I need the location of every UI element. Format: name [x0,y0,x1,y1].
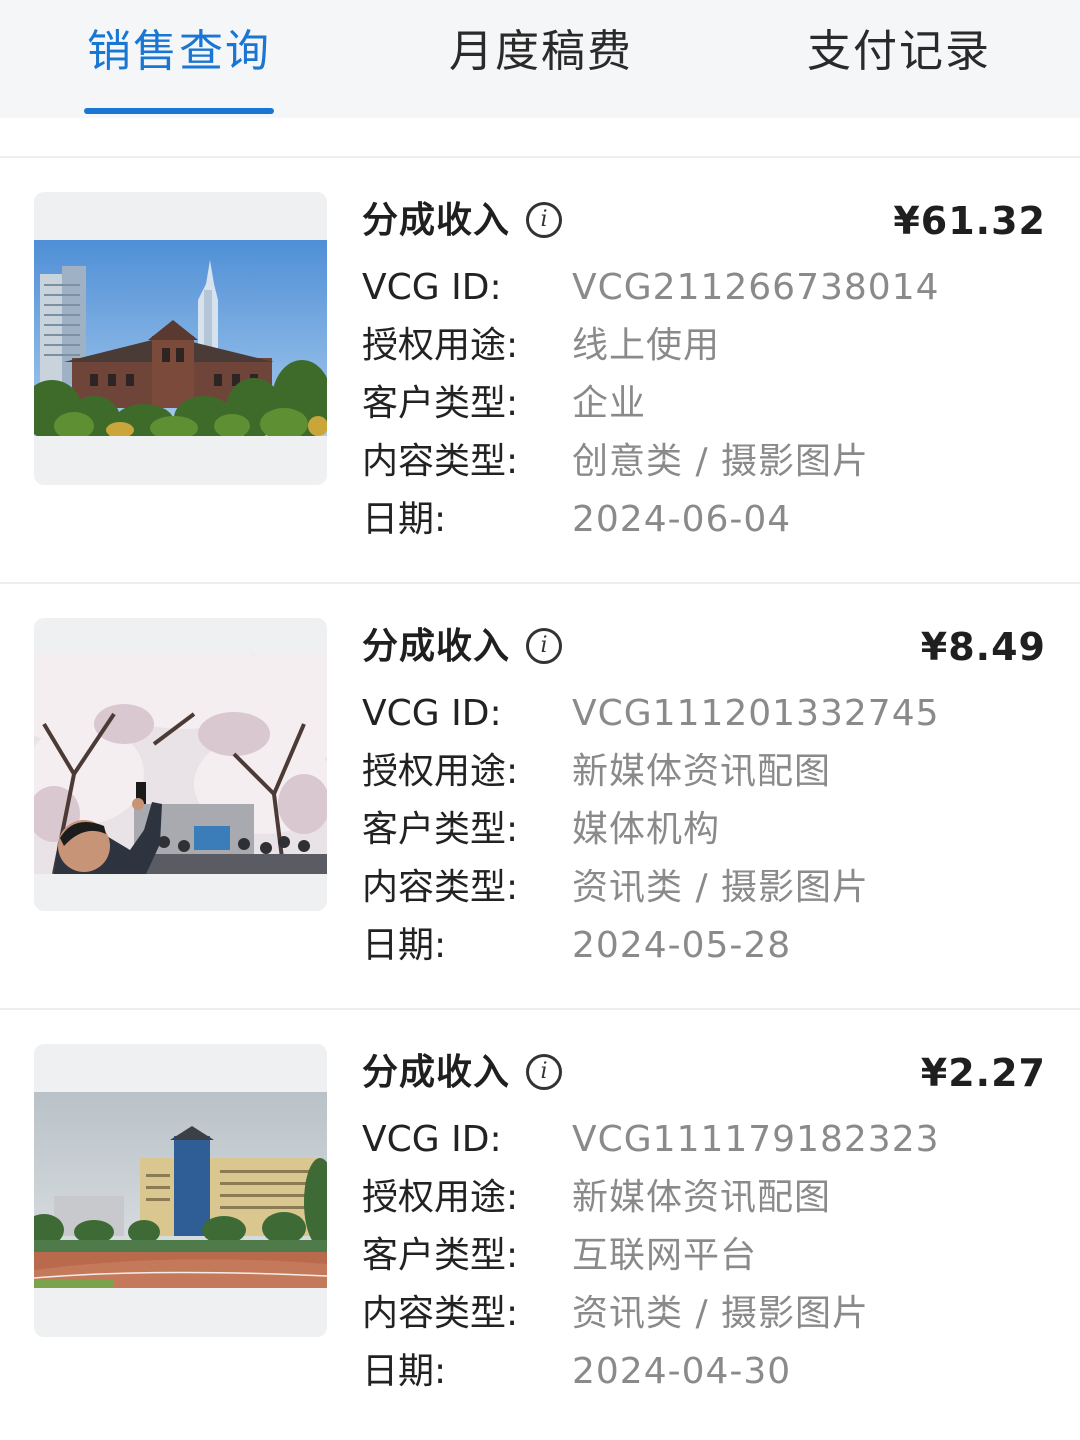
date-value: 2024-06-04 [572,499,792,540]
info-icon[interactable]: i [526,1054,562,1090]
content-type-value: 资讯类 / 摄影图片 [572,1293,870,1334]
tab-sales-query[interactable]: 销售查询 [84,22,274,82]
content-type-value: 资讯类 / 摄影图片 [572,867,870,908]
customer-type-value: 媒体机构 [572,809,721,850]
thumbnail-cherry-blossom-photo[interactable] [34,618,327,911]
content-type-label: 内容类型: [362,867,519,908]
customer-type-label: 客户类型: [362,383,519,424]
usage-label: 授权用途: [362,751,519,792]
usage-value: 新媒体资讯配图 [572,1177,832,1218]
vcg-id-value: VCG211266738014 [572,267,940,308]
income-title: 分成收入 [362,1052,511,1093]
sales-record-card[interactable]: 分成收入 i ¥2.27 VCG ID: VCG111179182323 授权用… [0,1010,1080,1436]
content-type-value: 创意类 / 摄影图片 [572,441,870,482]
date-label: 日期: [362,499,447,540]
date-value: 2024-04-30 [572,1351,792,1392]
tab-payment-records[interactable]: 支付记录 [804,22,994,82]
info-icon[interactable]: i [526,628,562,664]
sales-record-card[interactable]: 分成收入 i ¥61.32 VCG ID: VCG211266738014 授权… [0,158,1080,584]
vcg-id-label: VCG ID: [362,267,502,308]
customer-type-label: 客户类型: [362,809,519,850]
thumbnail-building-photo[interactable] [34,192,327,485]
customer-type-value: 互联网平台 [572,1235,758,1276]
content-type-label: 内容类型: [362,1293,519,1334]
customer-type-label: 客户类型: [362,1235,519,1276]
income-title: 分成收入 [362,200,511,241]
usage-value: 线上使用 [572,325,721,366]
income-amount: ¥61.32 [893,199,1046,243]
vcg-id-label: VCG ID: [362,693,502,734]
vcg-id-label: VCG ID: [362,1119,502,1160]
header-spacer [0,118,1080,158]
date-label: 日期: [362,925,447,966]
income-amount: ¥8.49 [920,625,1046,669]
info-icon[interactable]: i [526,202,562,238]
date-label: 日期: [362,1351,447,1392]
income-title: 分成收入 [362,626,511,667]
sales-record-card[interactable]: 分成收入 i ¥8.49 VCG ID: VCG111201332745 授权用… [0,584,1080,1010]
date-value: 2024-05-28 [572,925,792,966]
income-amount: ¥2.27 [920,1051,1046,1095]
usage-label: 授权用途: [362,1177,519,1218]
usage-value: 新媒体资讯配图 [572,751,832,792]
cherry-blossom-photo [34,654,327,874]
customer-type-value: 企业 [572,383,647,424]
building-with-skyscraper-photo [34,240,327,436]
active-tab-indicator [84,108,274,114]
thumbnail-campus-photo[interactable] [34,1044,327,1337]
tab-bar: 销售查询 月度稿费 支付记录 [0,0,1080,118]
usage-label: 授权用途: [362,325,519,366]
vcg-id-value: VCG111201332745 [572,693,940,734]
content-type-label: 内容类型: [362,441,519,482]
tab-monthly-royalty[interactable]: 月度稿费 [446,22,636,82]
vcg-id-value: VCG111179182323 [572,1119,940,1160]
campus-building-track-photo [34,1092,327,1288]
